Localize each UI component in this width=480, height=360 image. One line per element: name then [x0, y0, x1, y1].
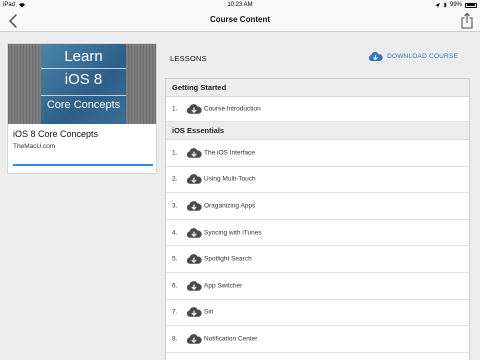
share-icon	[461, 12, 473, 29]
lesson-number: 3.	[172, 202, 178, 210]
cloud-download-icon	[368, 51, 383, 61]
lesson-row[interactable]: 4. Syncing with iTunes	[166, 220, 469, 247]
lessons-list: Getting Started 1. Course Introduction i…	[165, 78, 470, 360]
lesson-row[interactable]: 2. Using Multi-Touch	[166, 167, 469, 194]
course-progress-fill	[13, 164, 153, 166]
location-icon	[434, 2, 440, 8]
course-author: TheMacU.com	[13, 143, 56, 150]
cover-line-2: iOS 8	[64, 71, 103, 88]
cloud-download-icon[interactable]	[186, 333, 202, 345]
section-header: iOS Essentials	[166, 122, 469, 140]
lesson-row[interactable]: 1. Course Introduction	[166, 97, 469, 122]
lesson-title: The iOS Interface	[204, 149, 255, 157]
lesson-row[interactable]: 3. Oraganizing Apps	[166, 193, 469, 220]
lesson-title: Syncing with iTunes	[204, 229, 262, 237]
lesson-row[interactable]: 7. Siri	[166, 300, 469, 327]
battery-fill	[466, 4, 476, 6]
section-header: Getting Started	[166, 79, 469, 97]
course-thumbnail: Learn iOS 8 Core Concepts	[8, 44, 156, 124]
status-time: 10:23 AM	[227, 2, 253, 8]
cloud-download-icon[interactable]	[186, 253, 202, 265]
course-progress-bar	[13, 164, 153, 166]
lesson-title: Siri	[204, 308, 214, 316]
lesson-row[interactable]: 6. App Switcher	[166, 273, 469, 300]
lesson-title: Spotlight Search	[204, 255, 252, 263]
status-bar: iPad 10:23 AM 99%	[0, 0, 480, 10]
course-cover: Learn iOS 8 Core Concepts	[41, 44, 126, 124]
cloud-download-icon[interactable]	[186, 103, 202, 115]
nav-bar: Course Content	[0, 10, 480, 32]
cloud-download-icon[interactable]	[186, 280, 202, 292]
battery-percent: 99%	[449, 2, 462, 8]
lesson-number: 1.	[172, 105, 178, 113]
lesson-row[interactable]: 5. Spotlight Search	[166, 246, 469, 273]
cloud-download-icon[interactable]	[186, 147, 202, 159]
cloud-download-icon[interactable]	[186, 227, 202, 239]
cloud-download-icon[interactable]	[186, 200, 202, 212]
lesson-number: 1.	[172, 149, 178, 157]
download-course-button[interactable]: DOWNLOAD COURSE	[368, 51, 458, 62]
lessons-heading: LESSONS	[170, 54, 207, 63]
lesson-title: Using Multi-Touch	[204, 175, 256, 183]
course-title: iOS 8 Core Concepts	[13, 129, 99, 139]
cloud-download-icon[interactable]	[186, 306, 202, 318]
status-right: 99%	[434, 0, 477, 10]
lesson-number: 2.	[172, 175, 178, 183]
lesson-title: Course Introduction	[204, 105, 261, 113]
course-card[interactable]: Learn iOS 8 Core Concepts iOS 8 Core Con…	[7, 43, 157, 174]
lesson-number: 7.	[172, 308, 178, 316]
lesson-row[interactable]: 1. The iOS Interface	[166, 140, 469, 167]
lesson-number: 8.	[172, 335, 178, 343]
page-title: Course Content	[210, 15, 270, 24]
cloud-download-icon[interactable]	[186, 173, 202, 185]
lesson-title: App Switcher	[204, 282, 243, 290]
share-button[interactable]	[460, 12, 474, 29]
battery-icon	[465, 2, 477, 8]
lesson-title: Notification Center	[204, 335, 258, 343]
cover-line-1: Learn	[64, 48, 103, 65]
cover-line-3: Core Concepts	[46, 99, 121, 111]
download-course-label: DOWNLOAD COURSE	[387, 53, 458, 60]
lesson-title: Oraganizing Apps	[204, 202, 256, 210]
cover-rule	[41, 95, 126, 96]
cover-rule	[41, 68, 126, 69]
lesson-row[interactable]: 8. Notification Center	[166, 326, 469, 353]
lesson-number: 4.	[172, 229, 178, 237]
lesson-number: 5.	[172, 255, 178, 263]
bluetooth-icon	[443, 2, 447, 8]
lesson-number: 6.	[172, 282, 178, 290]
